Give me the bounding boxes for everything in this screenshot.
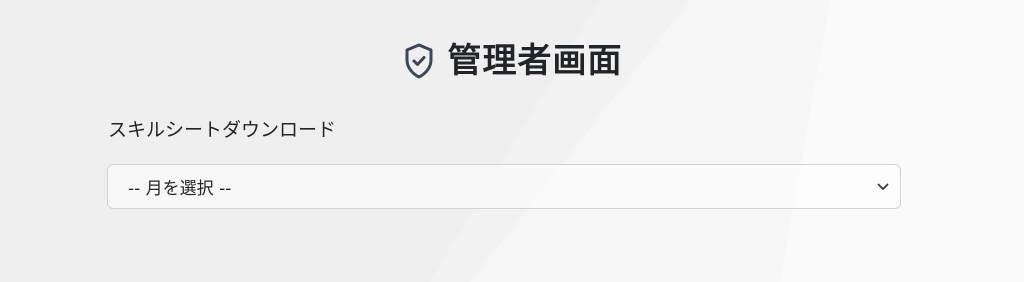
month-select-value: -- 月を選択 -- bbox=[128, 179, 232, 199]
page-title: 管理者画面 bbox=[447, 41, 623, 81]
skill-sheet-download-label: スキルシートダウンロード bbox=[108, 119, 337, 141]
shield-check-icon bbox=[402, 41, 436, 81]
page-header: 管理者画面 bbox=[0, 38, 1024, 84]
chevron-down-icon bbox=[876, 180, 890, 194]
month-select[interactable]: -- 月を選択 -- bbox=[107, 164, 901, 209]
